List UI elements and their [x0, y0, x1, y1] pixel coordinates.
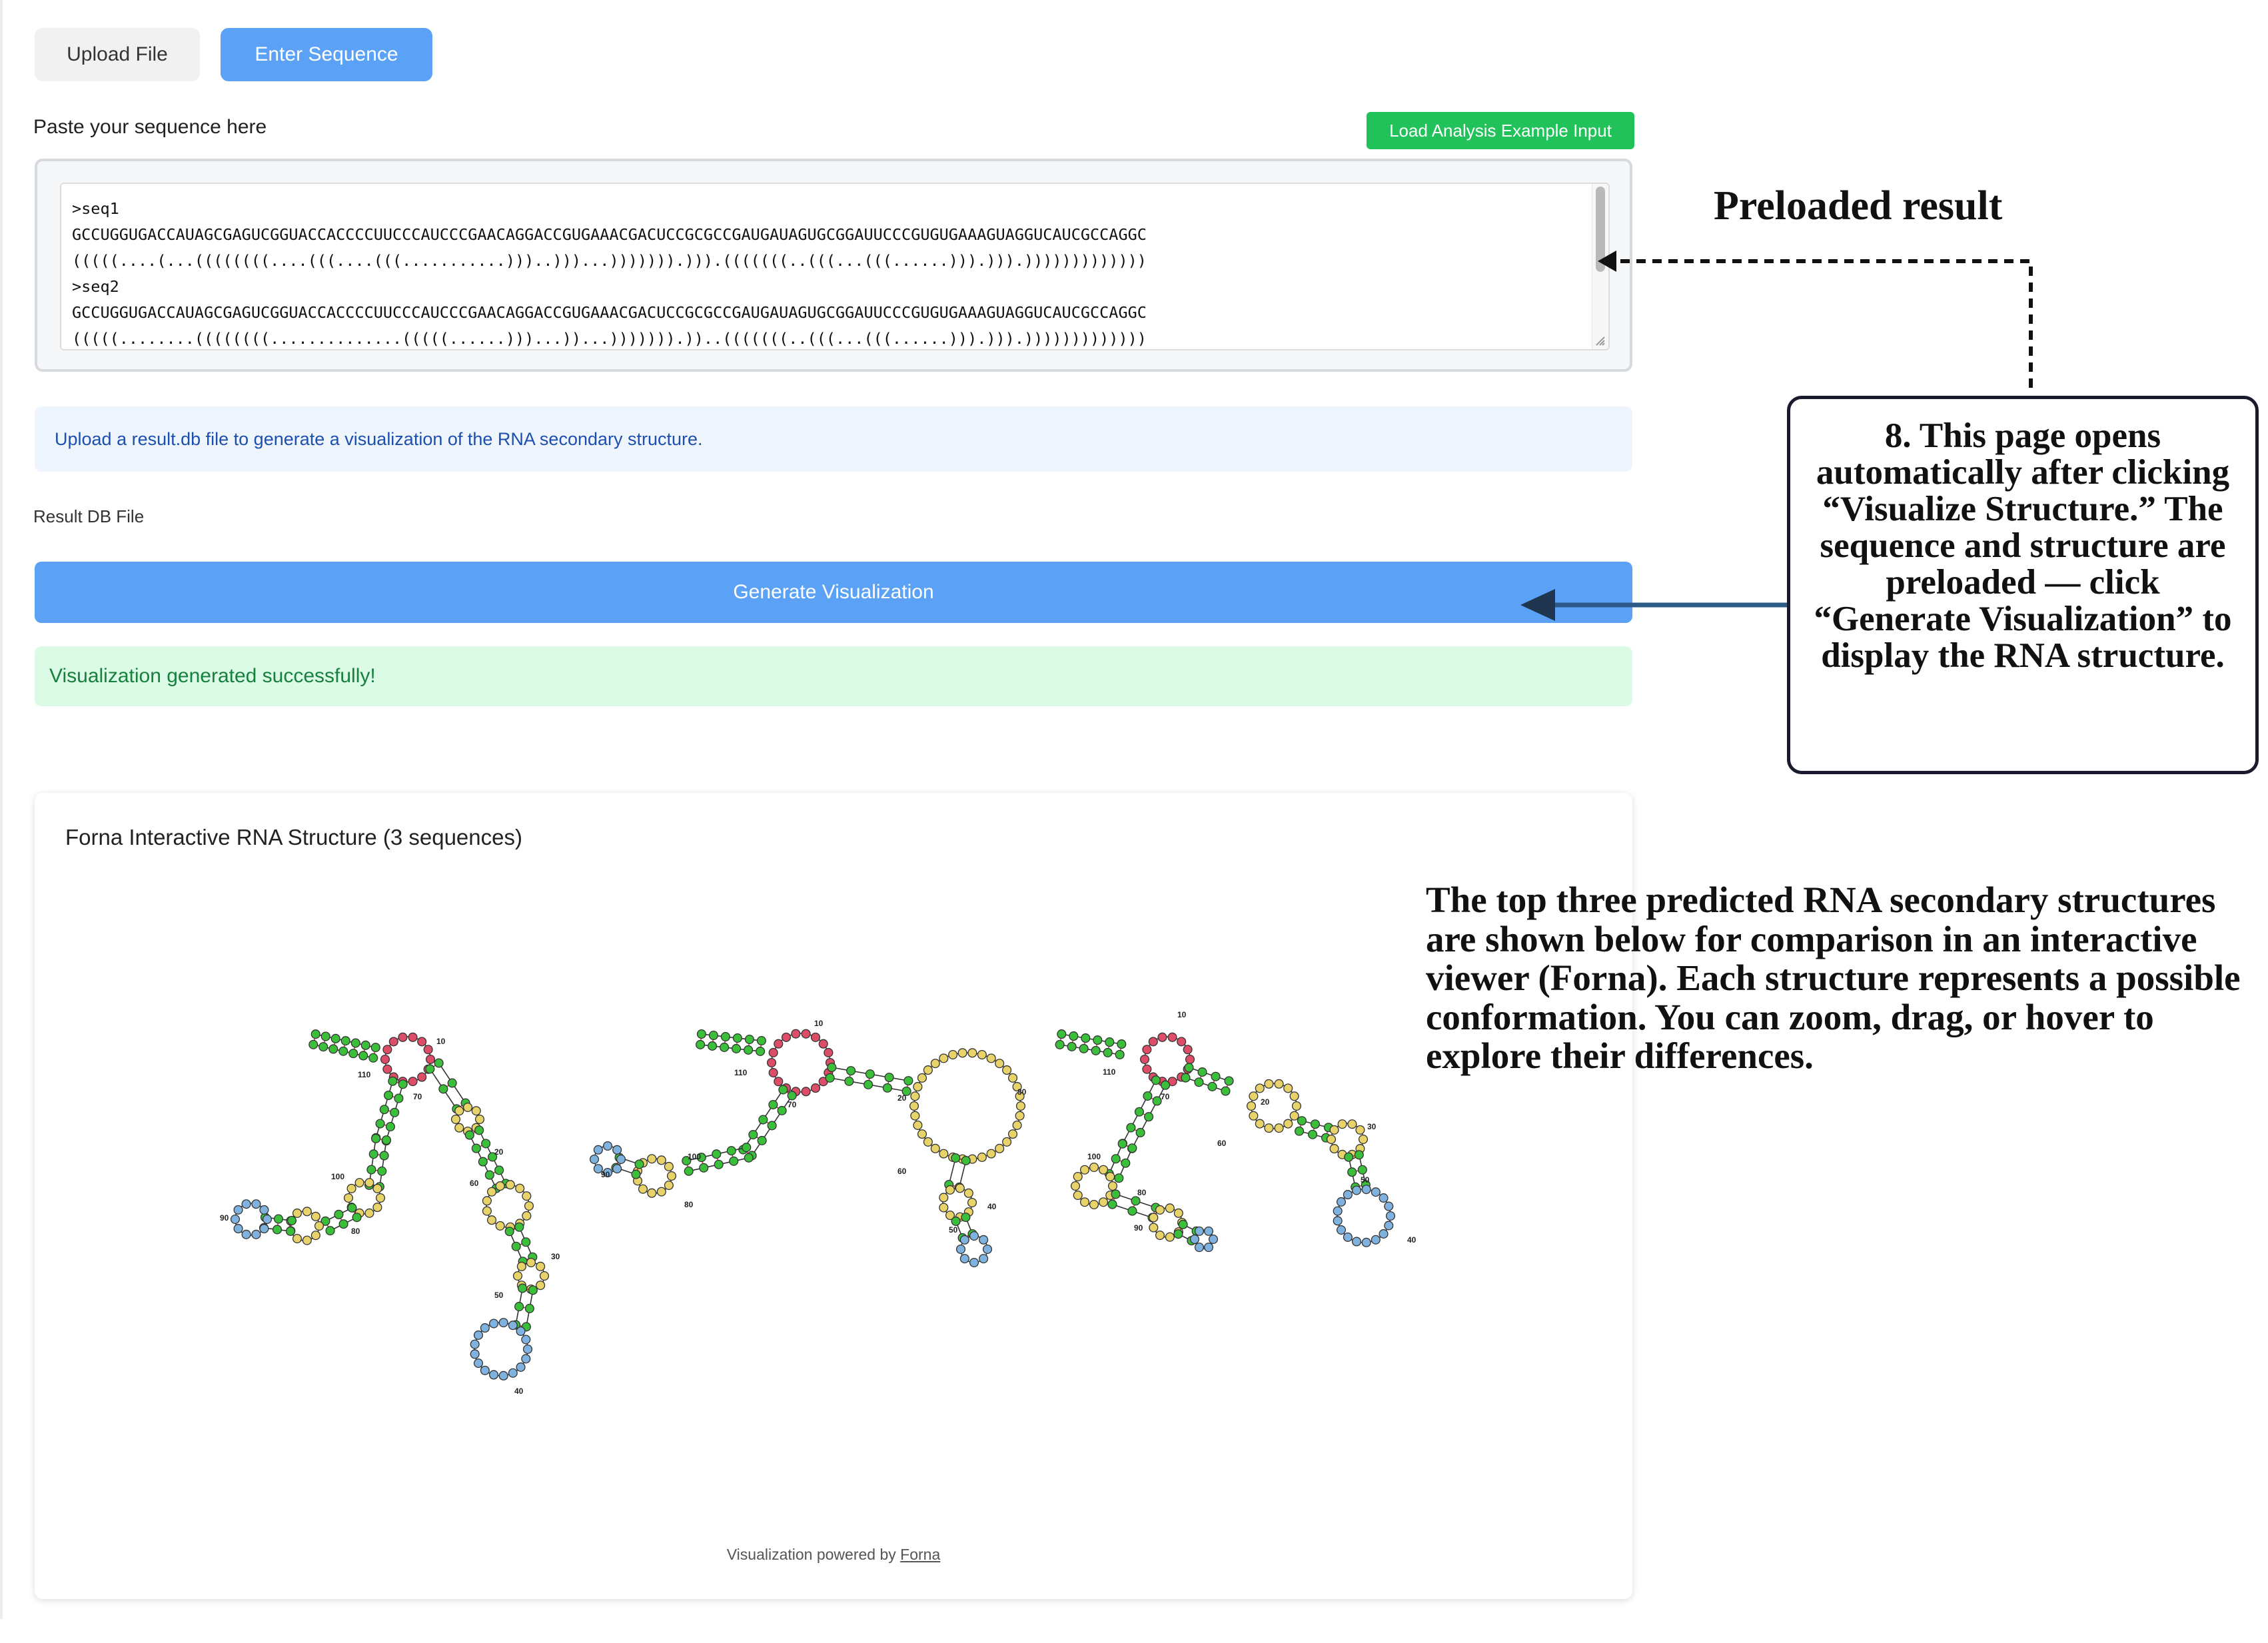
step-8-callout: 8. This page opens automatically after c… [1787, 396, 2259, 774]
annotation-arrows [1520, 251, 2033, 621]
preloaded-arrowhead [1598, 251, 1616, 272]
generate-arrowhead [1520, 589, 1555, 621]
preloaded-result-title: Preloaded result [1714, 183, 2003, 229]
step-8-text: 8. This page opens automatically after c… [1814, 416, 2232, 675]
forna-description: The top three predicted RNA secondary st… [1426, 879, 2241, 1076]
preloaded-arrow [1612, 259, 2033, 388]
